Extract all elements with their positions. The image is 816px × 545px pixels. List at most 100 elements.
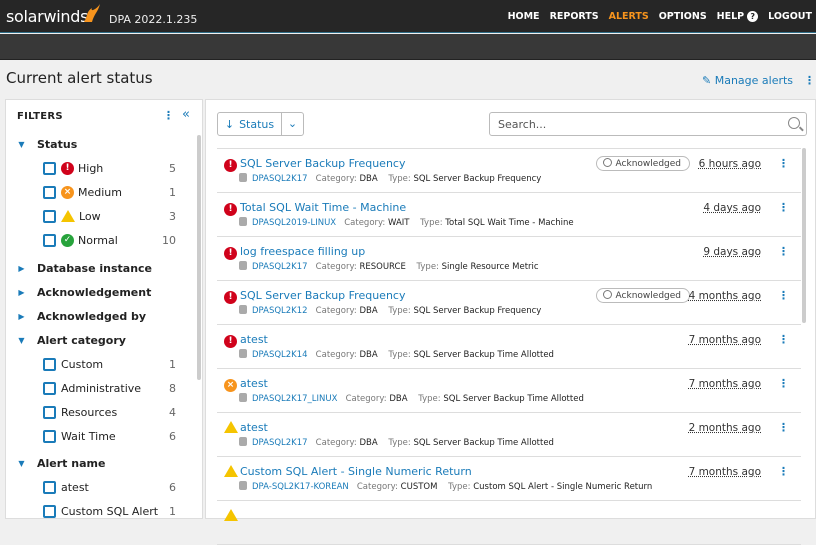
alert-row[interactable]: ! SQL Server Backup Frequency DPASQL2K17… bbox=[217, 149, 801, 193]
checkbox[interactable] bbox=[43, 481, 56, 494]
alert-time: 2 months ago bbox=[689, 422, 761, 434]
alert-name-link[interactable]: Total SQL Wait Time - Machine bbox=[240, 201, 406, 214]
nav-logout[interactable]: LOGOUT bbox=[768, 11, 812, 22]
database-link[interactable]: DPA-SQL2K17-KOREAN bbox=[252, 482, 349, 492]
manage-alerts-link[interactable]: ✎ Manage alerts bbox=[702, 74, 793, 87]
database-link[interactable]: DPASQL2019-LINUX bbox=[252, 218, 336, 228]
checkbox[interactable] bbox=[43, 162, 56, 175]
category-label: Category: bbox=[316, 350, 357, 360]
high-severity-icon: ! bbox=[61, 162, 74, 175]
filter-group-alert-category[interactable]: ▼Alert category bbox=[6, 330, 186, 350]
checkbox[interactable] bbox=[43, 505, 56, 518]
alert-row[interactable]: atest DPASQL2K17 Category: DBA Type: SQL… bbox=[217, 413, 801, 457]
alert-name-link[interactable]: atest bbox=[240, 333, 268, 346]
alert-row[interactable]: Custom SQL Alert - Single Numeric Return… bbox=[217, 457, 801, 501]
search-icon[interactable] bbox=[788, 117, 800, 129]
acknowledged-badge: Acknowledged bbox=[596, 156, 690, 171]
collapse-panel-icon[interactable]: « bbox=[182, 107, 190, 122]
type-value: SQL Server Backup Frequency bbox=[413, 306, 541, 316]
alert-row[interactable]: ! atest DPASQL2K14 Category: DBA Type: S… bbox=[217, 325, 801, 369]
type-label: Type: bbox=[418, 394, 440, 404]
checkbox[interactable] bbox=[43, 234, 56, 247]
alert-name-link[interactable]: SQL Server Backup Frequency bbox=[240, 157, 405, 170]
checkbox[interactable] bbox=[43, 382, 56, 395]
checkbox[interactable] bbox=[43, 406, 56, 419]
filter-group-collapsed[interactable]: ▶Acknowledged by bbox=[6, 306, 186, 326]
row-menu-icon[interactable]: ⋮ bbox=[778, 157, 789, 170]
alert-row[interactable]: ! log freespace filling up DPASQL2K17 Ca… bbox=[217, 237, 801, 281]
database-link[interactable]: DPASQL2K17 bbox=[252, 438, 308, 448]
brand-logo[interactable]: solarwinds bbox=[6, 7, 88, 26]
alert-time: 9 days ago bbox=[703, 246, 761, 258]
nav-home[interactable]: HOME bbox=[508, 11, 540, 22]
filter-option-count: 10 bbox=[162, 234, 176, 247]
database-link[interactable]: DPASQL2K14 bbox=[252, 350, 308, 360]
alert-name-link[interactable]: atest bbox=[240, 377, 268, 390]
filter-option[interactable]: Wait Time6 bbox=[6, 426, 186, 446]
filter-option[interactable]: ×Medium1 bbox=[6, 182, 186, 202]
alert-name-link[interactable]: log freespace filling up bbox=[240, 245, 365, 258]
filter-option[interactable]: Custom1 bbox=[6, 354, 186, 374]
filter-option[interactable]: !High5 bbox=[6, 158, 186, 178]
status-sort-button[interactable]: ↓Status ⌄ bbox=[217, 112, 304, 136]
alert-name-link[interactable]: SQL Server Backup Frequency bbox=[240, 289, 405, 302]
row-menu-icon[interactable]: ⋮ bbox=[778, 421, 789, 434]
nav-help[interactable]: HELP? bbox=[717, 11, 758, 22]
row-menu-icon[interactable]: ⋮ bbox=[778, 201, 789, 214]
row-menu-icon[interactable]: ⋮ bbox=[778, 289, 789, 302]
type-value: Total SQL Wait Time - Machine bbox=[445, 218, 573, 228]
database-link[interactable]: DPASQL2K17_LINUX bbox=[252, 394, 337, 404]
alert-row[interactable]: ! SQL Server Backup Frequency DPASQL2K12… bbox=[217, 281, 801, 325]
checkbox[interactable] bbox=[43, 430, 56, 443]
type-label: Type: bbox=[417, 262, 439, 272]
filter-option-count: 1 bbox=[169, 505, 176, 518]
row-menu-icon[interactable]: ⋮ bbox=[778, 245, 789, 258]
filters-menu-icon[interactable]: ⋮ bbox=[163, 109, 174, 122]
database-link[interactable]: DPASQL2K17 bbox=[252, 174, 308, 184]
alert-row[interactable] bbox=[217, 501, 801, 545]
nav-reports[interactable]: REPORTS bbox=[550, 11, 599, 22]
alert-name-link[interactable]: Custom SQL Alert - Single Numeric Return bbox=[240, 465, 472, 478]
alert-row[interactable]: × atest DPASQL2K17_LINUX Category: DBA T… bbox=[217, 369, 801, 413]
filter-option[interactable]: Resources4 bbox=[6, 402, 186, 422]
filter-option[interactable]: Low3 bbox=[6, 206, 186, 226]
row-menu-icon[interactable]: ⋮ bbox=[778, 333, 789, 346]
list-scrollbar[interactable] bbox=[802, 148, 806, 323]
normal-status-icon: ✓ bbox=[61, 234, 74, 247]
row-menu-icon[interactable]: ⋮ bbox=[778, 465, 789, 478]
alert-name-link[interactable]: atest bbox=[240, 421, 268, 434]
filter-option[interactable]: Custom SQL Alert1 bbox=[6, 501, 186, 521]
filter-option-count: 5 bbox=[169, 162, 176, 175]
category-value: CUSTOM bbox=[401, 482, 438, 492]
database-icon bbox=[239, 217, 247, 226]
row-menu-icon[interactable]: ⋮ bbox=[778, 377, 789, 390]
alert-row[interactable]: ! Total SQL Wait Time - Machine DPASQL20… bbox=[217, 193, 801, 237]
page-menu-icon[interactable]: ⋮ bbox=[804, 74, 815, 87]
filter-option-label: Wait Time bbox=[61, 430, 116, 443]
category-label: Category: bbox=[316, 438, 357, 448]
filters-scrollbar[interactable] bbox=[197, 135, 201, 380]
sub-bar bbox=[0, 34, 816, 60]
nav-options[interactable]: OPTIONS bbox=[659, 11, 707, 22]
filter-group-status[interactable]: ▼Status bbox=[6, 134, 186, 154]
checkbox[interactable] bbox=[43, 210, 56, 223]
filter-group-collapsed[interactable]: ▶Database instance bbox=[6, 258, 186, 278]
filter-option[interactable]: ✓Normal10 bbox=[6, 230, 186, 250]
nav-alerts[interactable]: ALERTS bbox=[609, 11, 649, 22]
category-label: Category: bbox=[344, 218, 385, 228]
filter-option-label: Low bbox=[79, 210, 101, 223]
filter-option[interactable]: Administrative8 bbox=[6, 378, 186, 398]
help-icon: ? bbox=[747, 11, 758, 22]
checkbox[interactable] bbox=[43, 186, 56, 199]
acknowledged-badge: Acknowledged bbox=[596, 288, 690, 303]
filter-group-alert-name[interactable]: ▼Alert name bbox=[6, 453, 186, 473]
checkbox[interactable] bbox=[43, 358, 56, 371]
database-link[interactable]: DPASQL2K12 bbox=[252, 306, 308, 316]
database-link[interactable]: DPASQL2K17 bbox=[252, 262, 308, 272]
filter-option[interactable]: atest6 bbox=[6, 477, 186, 497]
category-value: DBA bbox=[359, 438, 377, 448]
filter-group-collapsed[interactable]: ▶Acknowledgement bbox=[6, 282, 186, 302]
chevron-down-icon[interactable]: ⌄ bbox=[282, 113, 303, 135]
search-input[interactable]: Search... bbox=[489, 112, 807, 136]
type-value: Single Resource Metric bbox=[442, 262, 539, 272]
